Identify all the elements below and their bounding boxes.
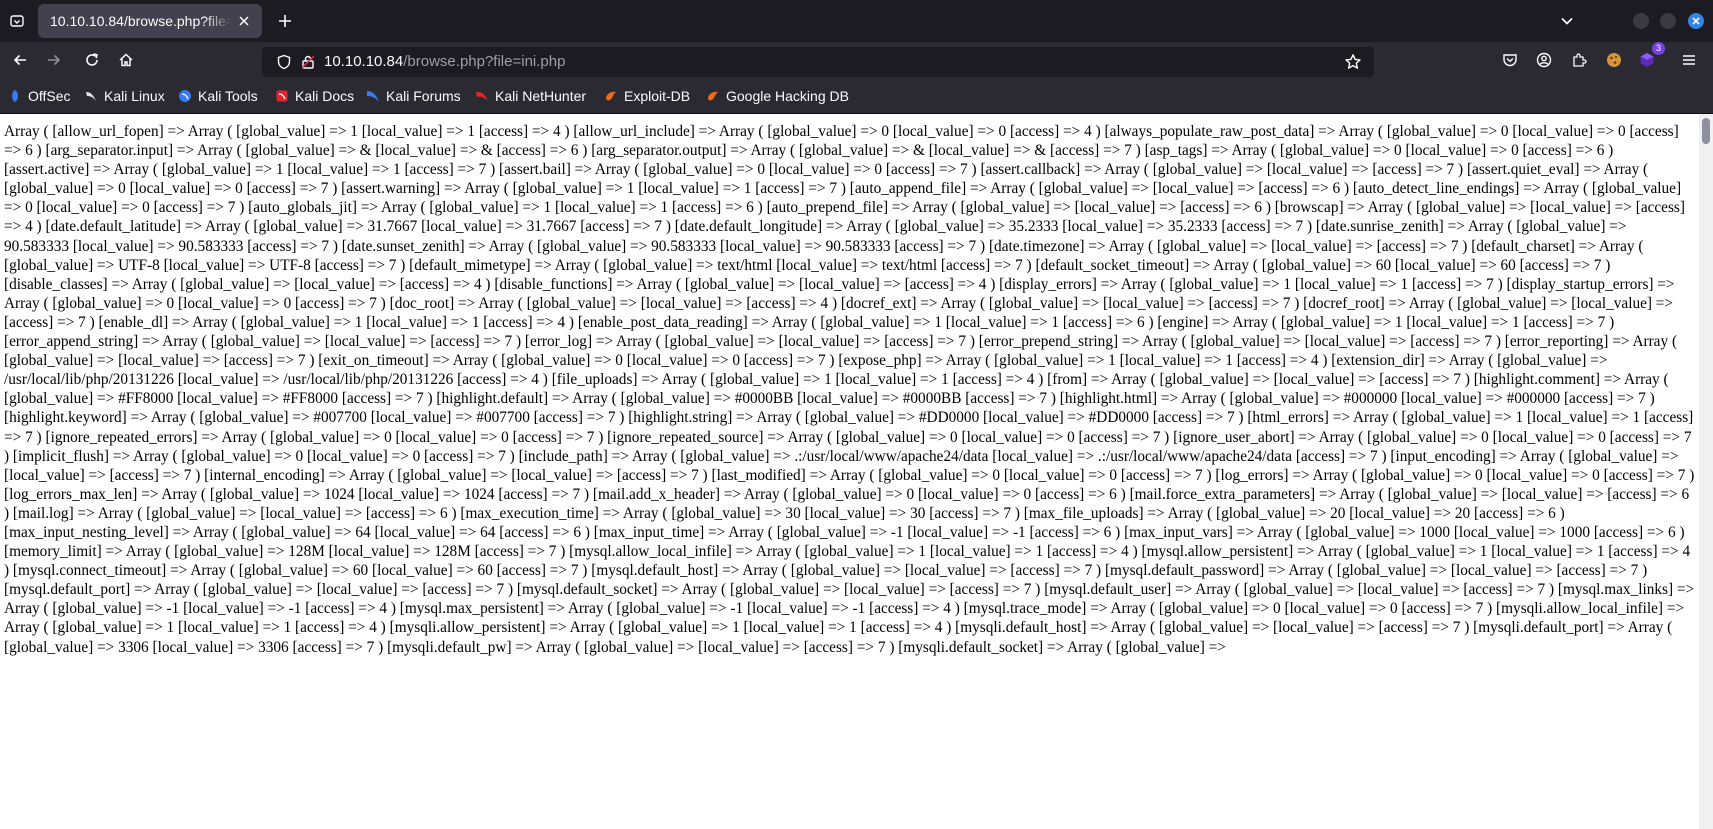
- bookmark-offsec[interactable]: OffSec: [8, 87, 71, 105]
- bookmark-exploit-db[interactable]: Exploit-DB: [604, 87, 690, 105]
- tab-title: 10.10.10.84/browse.php?file=ini.php: [50, 13, 232, 29]
- bookmark-kali-docs[interactable]: Kali Docs: [275, 87, 354, 105]
- window-close-button[interactable]: [1688, 13, 1704, 29]
- url-path: /browse.php?file=ini.php: [403, 53, 566, 70]
- reload-icon[interactable]: [78, 46, 106, 74]
- bookmark-label: Google Hacking DB: [726, 88, 849, 104]
- puzzle-icon[interactable]: [1565, 46, 1593, 74]
- bookmark-label: Kali Linux: [104, 88, 165, 104]
- bookmark-label: Kali Forums: [386, 88, 461, 104]
- shield-icon[interactable]: [276, 54, 292, 75]
- maximize-button[interactable]: [1660, 13, 1676, 29]
- tab-list-icon[interactable]: [4, 8, 30, 34]
- pocket-icon[interactable]: [1496, 46, 1524, 74]
- extension-badge: 3: [1652, 42, 1665, 55]
- account-icon[interactable]: [1530, 46, 1558, 74]
- kali-dragon-icon: [84, 89, 98, 103]
- arrow-left-icon[interactable]: [6, 46, 34, 74]
- tab-strip: 10.10.10.84/browse.php?file=ini.php: [0, 0, 1713, 42]
- extension-cube-icon[interactable]: 3: [1633, 42, 1665, 74]
- bookmark-kali-linux[interactable]: Kali Linux: [84, 87, 165, 105]
- bookmark-google-hacking-db[interactable]: Google Hacking DB: [706, 87, 849, 105]
- kali-forums-icon: [366, 89, 380, 103]
- vertical-scrollbar[interactable]: [1699, 114, 1713, 829]
- menu-icon[interactable]: [1675, 46, 1703, 74]
- extension-cookie-icon[interactable]: [1600, 46, 1628, 74]
- url-host: 10.10.10.84: [324, 53, 404, 70]
- kali-tools-icon: [178, 89, 192, 103]
- bookmark-label: Kali Docs: [295, 88, 355, 104]
- bookmark-kali-tools[interactable]: Kali Tools: [178, 87, 258, 105]
- url-text: 10.10.10.84/browse.php?file=ini.php: [324, 47, 565, 77]
- kali-docs-icon: [275, 89, 289, 103]
- exploit-db-icon: [604, 89, 618, 103]
- active-tab[interactable]: 10.10.10.84/browse.php?file=ini.php: [38, 4, 262, 38]
- chevron-down-icon[interactable]: [1554, 8, 1580, 34]
- bookmark-kali-forums[interactable]: Kali Forums: [366, 87, 461, 105]
- scrollbar-thumb[interactable]: [1702, 118, 1710, 144]
- bookmarks-toolbar: OffSec Kali Linux Kali Tools Kali Docs K…: [0, 78, 1713, 114]
- star-icon[interactable]: [1344, 53, 1362, 76]
- home-icon[interactable]: [112, 46, 140, 74]
- offsec-icon: [8, 89, 22, 103]
- plus-icon[interactable]: [272, 8, 298, 34]
- bookmark-label: Kali NetHunter: [495, 88, 587, 104]
- url-bar[interactable]: 10.10.10.84/browse.php?file=ini.php: [262, 47, 1374, 77]
- navigation-toolbar: 10.10.10.84/browse.php?file=ini.php 3: [0, 42, 1713, 78]
- minimize-button[interactable]: [1633, 13, 1649, 29]
- page-content: Array ( [allow_url_fopen] => Array ( [gl…: [0, 114, 1699, 829]
- close-icon[interactable]: [236, 13, 252, 29]
- kali-nethunter-icon: [475, 89, 489, 103]
- bookmark-label: OffSec: [28, 88, 71, 104]
- arrow-right-icon[interactable]: [40, 46, 68, 74]
- bookmark-label: Exploit-DB: [624, 88, 691, 104]
- php-ini-array-output: Array ( [allow_url_fopen] => Array ( [gl…: [4, 123, 1695, 656]
- bookmark-label: Kali Tools: [198, 88, 258, 104]
- bookmark-kali-nethunter[interactable]: Kali NetHunter: [475, 87, 586, 105]
- info-icon[interactable]: [300, 54, 316, 75]
- ghdb-icon: [706, 89, 720, 103]
